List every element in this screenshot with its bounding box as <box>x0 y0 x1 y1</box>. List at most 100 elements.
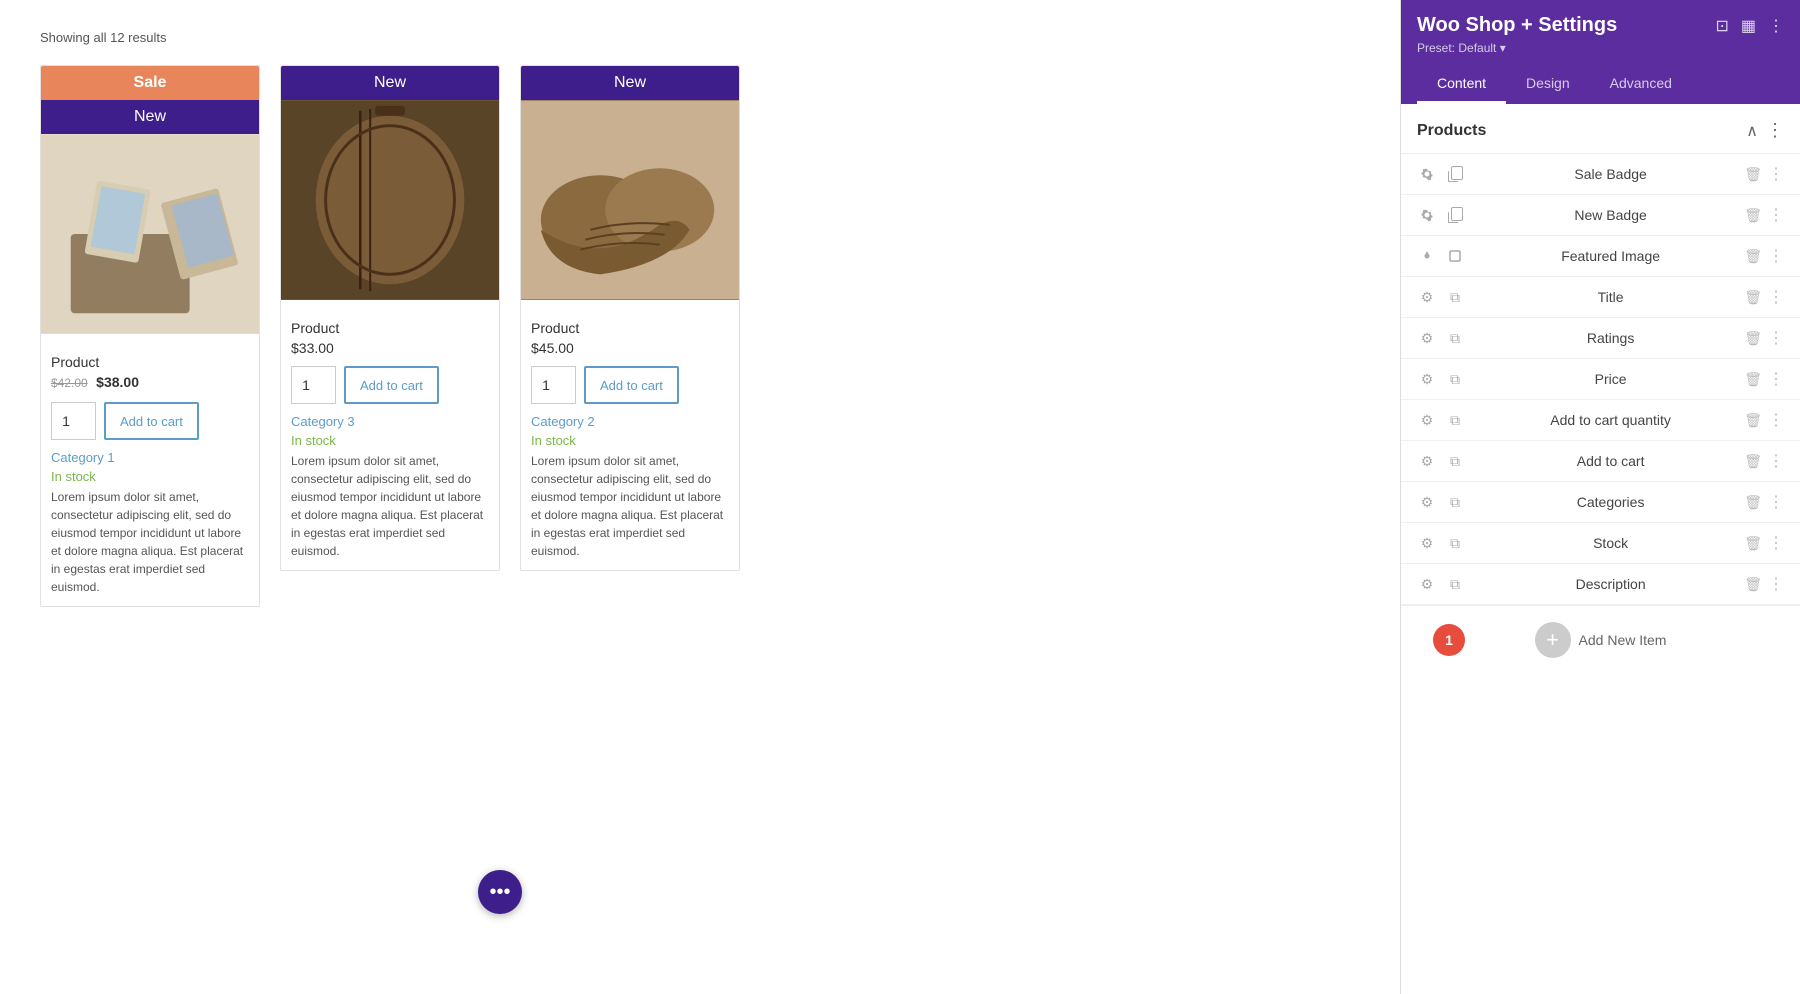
panel-item-sale-badge[interactable]: Sale Badge 🗑 ⋮ <box>1401 154 1800 195</box>
panel-item-new-badge[interactable]: New Badge 🗑 ⋮ <box>1401 195 1800 236</box>
product-card-3: New Product $45.00 <box>520 65 740 607</box>
item-more-add-to-cart[interactable]: ⋮ <box>1768 451 1784 471</box>
item-delete-price[interactable]: 🗑 <box>1744 371 1762 388</box>
product-info-2: Product $33.00 Add to cart Category 3 In… <box>281 300 499 570</box>
item-gear-icon-5[interactable]: ⚙ <box>1417 328 1437 348</box>
add-to-cart-btn-3[interactable]: Add to cart <box>584 366 679 404</box>
category-link-3[interactable]: Category 2 <box>531 414 729 429</box>
qty-input-3[interactable] <box>531 366 576 404</box>
item-copy-icon-9[interactable]: ⧉ <box>1445 492 1465 512</box>
panel-item-featured-image[interactable]: Featured Image 🗑 ⋮ <box>1401 236 1800 277</box>
product-name-1: Product <box>51 354 249 370</box>
section-options-btn[interactable]: ⋮ <box>1766 120 1784 141</box>
item-delete-categories[interactable]: 🗑 <box>1744 494 1762 511</box>
item-more-new-badge[interactable]: ⋮ <box>1768 205 1784 225</box>
panel-item-stock[interactable]: ⚙ ⧉ Stock 🗑 ⋮ <box>1401 523 1800 564</box>
section-collapse-btn[interactable]: ∧ <box>1746 121 1758 141</box>
item-delete-sale-badge[interactable]: 🗑 <box>1744 166 1762 183</box>
item-gear-icon-3[interactable] <box>1417 246 1437 266</box>
item-delete-featured-image[interactable]: 🗑 <box>1744 248 1762 265</box>
add-new-btn[interactable]: + <box>1535 622 1571 658</box>
panel-icon-more[interactable]: ⋮ <box>1768 16 1784 36</box>
product-card-2: New Product $33.00 <box>280 65 500 607</box>
in-stock-1: In stock <box>51 469 249 484</box>
panel-item-add-to-cart[interactable]: ⚙ ⧉ Add to cart 🗑 ⋮ <box>1401 441 1800 482</box>
add-to-cart-btn-1[interactable]: Add to cart <box>104 402 199 440</box>
item-gear-icon-9[interactable]: ⚙ <box>1417 492 1437 512</box>
panel-icon-layout[interactable]: ▦ <box>1741 16 1756 36</box>
product-image-3 <box>521 100 739 300</box>
item-delete-add-to-cart[interactable]: 🗑 <box>1744 453 1762 470</box>
new-badge-2: New <box>281 66 499 100</box>
item-copy-icon-3[interactable] <box>1445 246 1465 266</box>
item-copy-icon-10[interactable]: ⧉ <box>1445 533 1465 553</box>
tab-design[interactable]: Design <box>1506 65 1590 104</box>
product-desc-2: Lorem ipsum dolor sit amet, consectetur … <box>291 452 489 560</box>
item-gear-icon-11[interactable]: ⚙ <box>1417 574 1437 594</box>
product-price-3: $45.00 <box>531 340 729 356</box>
qty-input-2[interactable] <box>291 366 336 404</box>
item-more-title[interactable]: ⋮ <box>1768 287 1784 307</box>
panel-item-title[interactable]: ⚙ ⧉ Title 🗑 ⋮ <box>1401 277 1800 318</box>
item-more-add-to-cart-qty[interactable]: ⋮ <box>1768 410 1784 430</box>
add-to-cart-row-2: Add to cart <box>291 366 489 404</box>
item-label-add-to-cart: Add to cart <box>1477 453 1744 469</box>
sale-badge: Sale <box>41 66 259 100</box>
item-copy-icon-4[interactable]: ⧉ <box>1445 287 1465 307</box>
item-delete-title[interactable]: 🗑 <box>1744 289 1762 306</box>
item-more-sale-badge[interactable]: ⋮ <box>1768 164 1784 184</box>
item-delete-add-to-cart-qty[interactable]: 🗑 <box>1744 412 1762 429</box>
panel-icon-screen[interactable]: ⊡ <box>1715 16 1728 36</box>
panel-item-price[interactable]: ⚙ ⧉ Price 🗑 ⋮ <box>1401 359 1800 400</box>
item-copy-icon-6[interactable]: ⧉ <box>1445 369 1465 389</box>
item-gear-icon-10[interactable]: ⚙ <box>1417 533 1437 553</box>
item-gear-icon-4[interactable]: ⚙ <box>1417 287 1437 307</box>
item-gear-icon-8[interactable]: ⚙ <box>1417 451 1437 471</box>
item-more-categories[interactable]: ⋮ <box>1768 492 1784 512</box>
item-delete-ratings[interactable]: 🗑 <box>1744 330 1762 347</box>
item-more-featured-image[interactable]: ⋮ <box>1768 246 1784 266</box>
add-to-cart-btn-2[interactable]: Add to cart <box>344 366 439 404</box>
item-copy-icon[interactable] <box>1445 164 1465 184</box>
section-header: Products ∧ ⋮ <box>1401 104 1800 154</box>
new-badge-3: New <box>521 66 739 100</box>
item-label-new-badge: New Badge <box>1477 207 1744 223</box>
item-more-ratings[interactable]: ⋮ <box>1768 328 1784 348</box>
panel-header: Woo Shop + Settings ⊡ ▦ ⋮ Preset: Defaul… <box>1401 0 1800 104</box>
item-copy-icon-2[interactable] <box>1445 205 1465 225</box>
item-copy-icon-7[interactable]: ⧉ <box>1445 410 1465 430</box>
panel-item-ratings[interactable]: ⚙ ⧉ Ratings 🗑 ⋮ <box>1401 318 1800 359</box>
item-gear-icon[interactable] <box>1417 164 1437 184</box>
item-more-price[interactable]: ⋮ <box>1768 369 1784 389</box>
item-gear-icon-6[interactable]: ⚙ <box>1417 369 1437 389</box>
category-link-2[interactable]: Category 3 <box>291 414 489 429</box>
panel-item-description[interactable]: ⚙ ⧉ Description 🗑 ⋮ <box>1401 564 1800 605</box>
product-price-old-1: $42.00 <box>51 376 88 390</box>
item-more-stock[interactable]: ⋮ <box>1768 533 1784 553</box>
panel-item-categories[interactable]: ⚙ ⧉ Categories 🗑 ⋮ <box>1401 482 1800 523</box>
tab-content[interactable]: Content <box>1417 65 1506 104</box>
item-more-description[interactable]: ⋮ <box>1768 574 1784 594</box>
floating-menu-btn[interactable]: ••• <box>478 870 522 914</box>
item-copy-icon-8[interactable]: ⧉ <box>1445 451 1465 471</box>
panel-item-add-to-cart-qty[interactable]: ⚙ ⧉ Add to cart quantity 🗑 ⋮ <box>1401 400 1800 441</box>
item-delete-description[interactable]: 🗑 <box>1744 576 1762 593</box>
qty-input-1[interactable] <box>51 402 96 440</box>
tab-advanced[interactable]: Advanced <box>1590 65 1692 104</box>
in-stock-3: In stock <box>531 433 729 448</box>
item-label-title: Title <box>1477 289 1744 305</box>
product-card-1: Sale New Product $42.00 <box>40 65 260 607</box>
item-delete-new-badge[interactable]: 🗑 <box>1744 207 1762 224</box>
product-desc-1: Lorem ipsum dolor sit amet, consectetur … <box>51 488 249 596</box>
new-badge-1: New <box>41 100 259 134</box>
panel-body: Products ∧ ⋮ Sale Badge 🗑 ⋮ <box>1401 104 1800 994</box>
item-gear-icon-2[interactable] <box>1417 205 1437 225</box>
item-copy-icon-5[interactable]: ⧉ <box>1445 328 1465 348</box>
category-link-1[interactable]: Category 1 <box>51 450 249 465</box>
item-gear-icon-7[interactable]: ⚙ <box>1417 410 1437 430</box>
item-copy-icon-11[interactable]: ⧉ <box>1445 574 1465 594</box>
panel-preset[interactable]: Preset: Default ▾ <box>1417 41 1784 55</box>
panel-title: Woo Shop + Settings <box>1417 14 1617 37</box>
item-label-price: Price <box>1477 371 1744 387</box>
item-delete-stock[interactable]: 🗑 <box>1744 535 1762 552</box>
